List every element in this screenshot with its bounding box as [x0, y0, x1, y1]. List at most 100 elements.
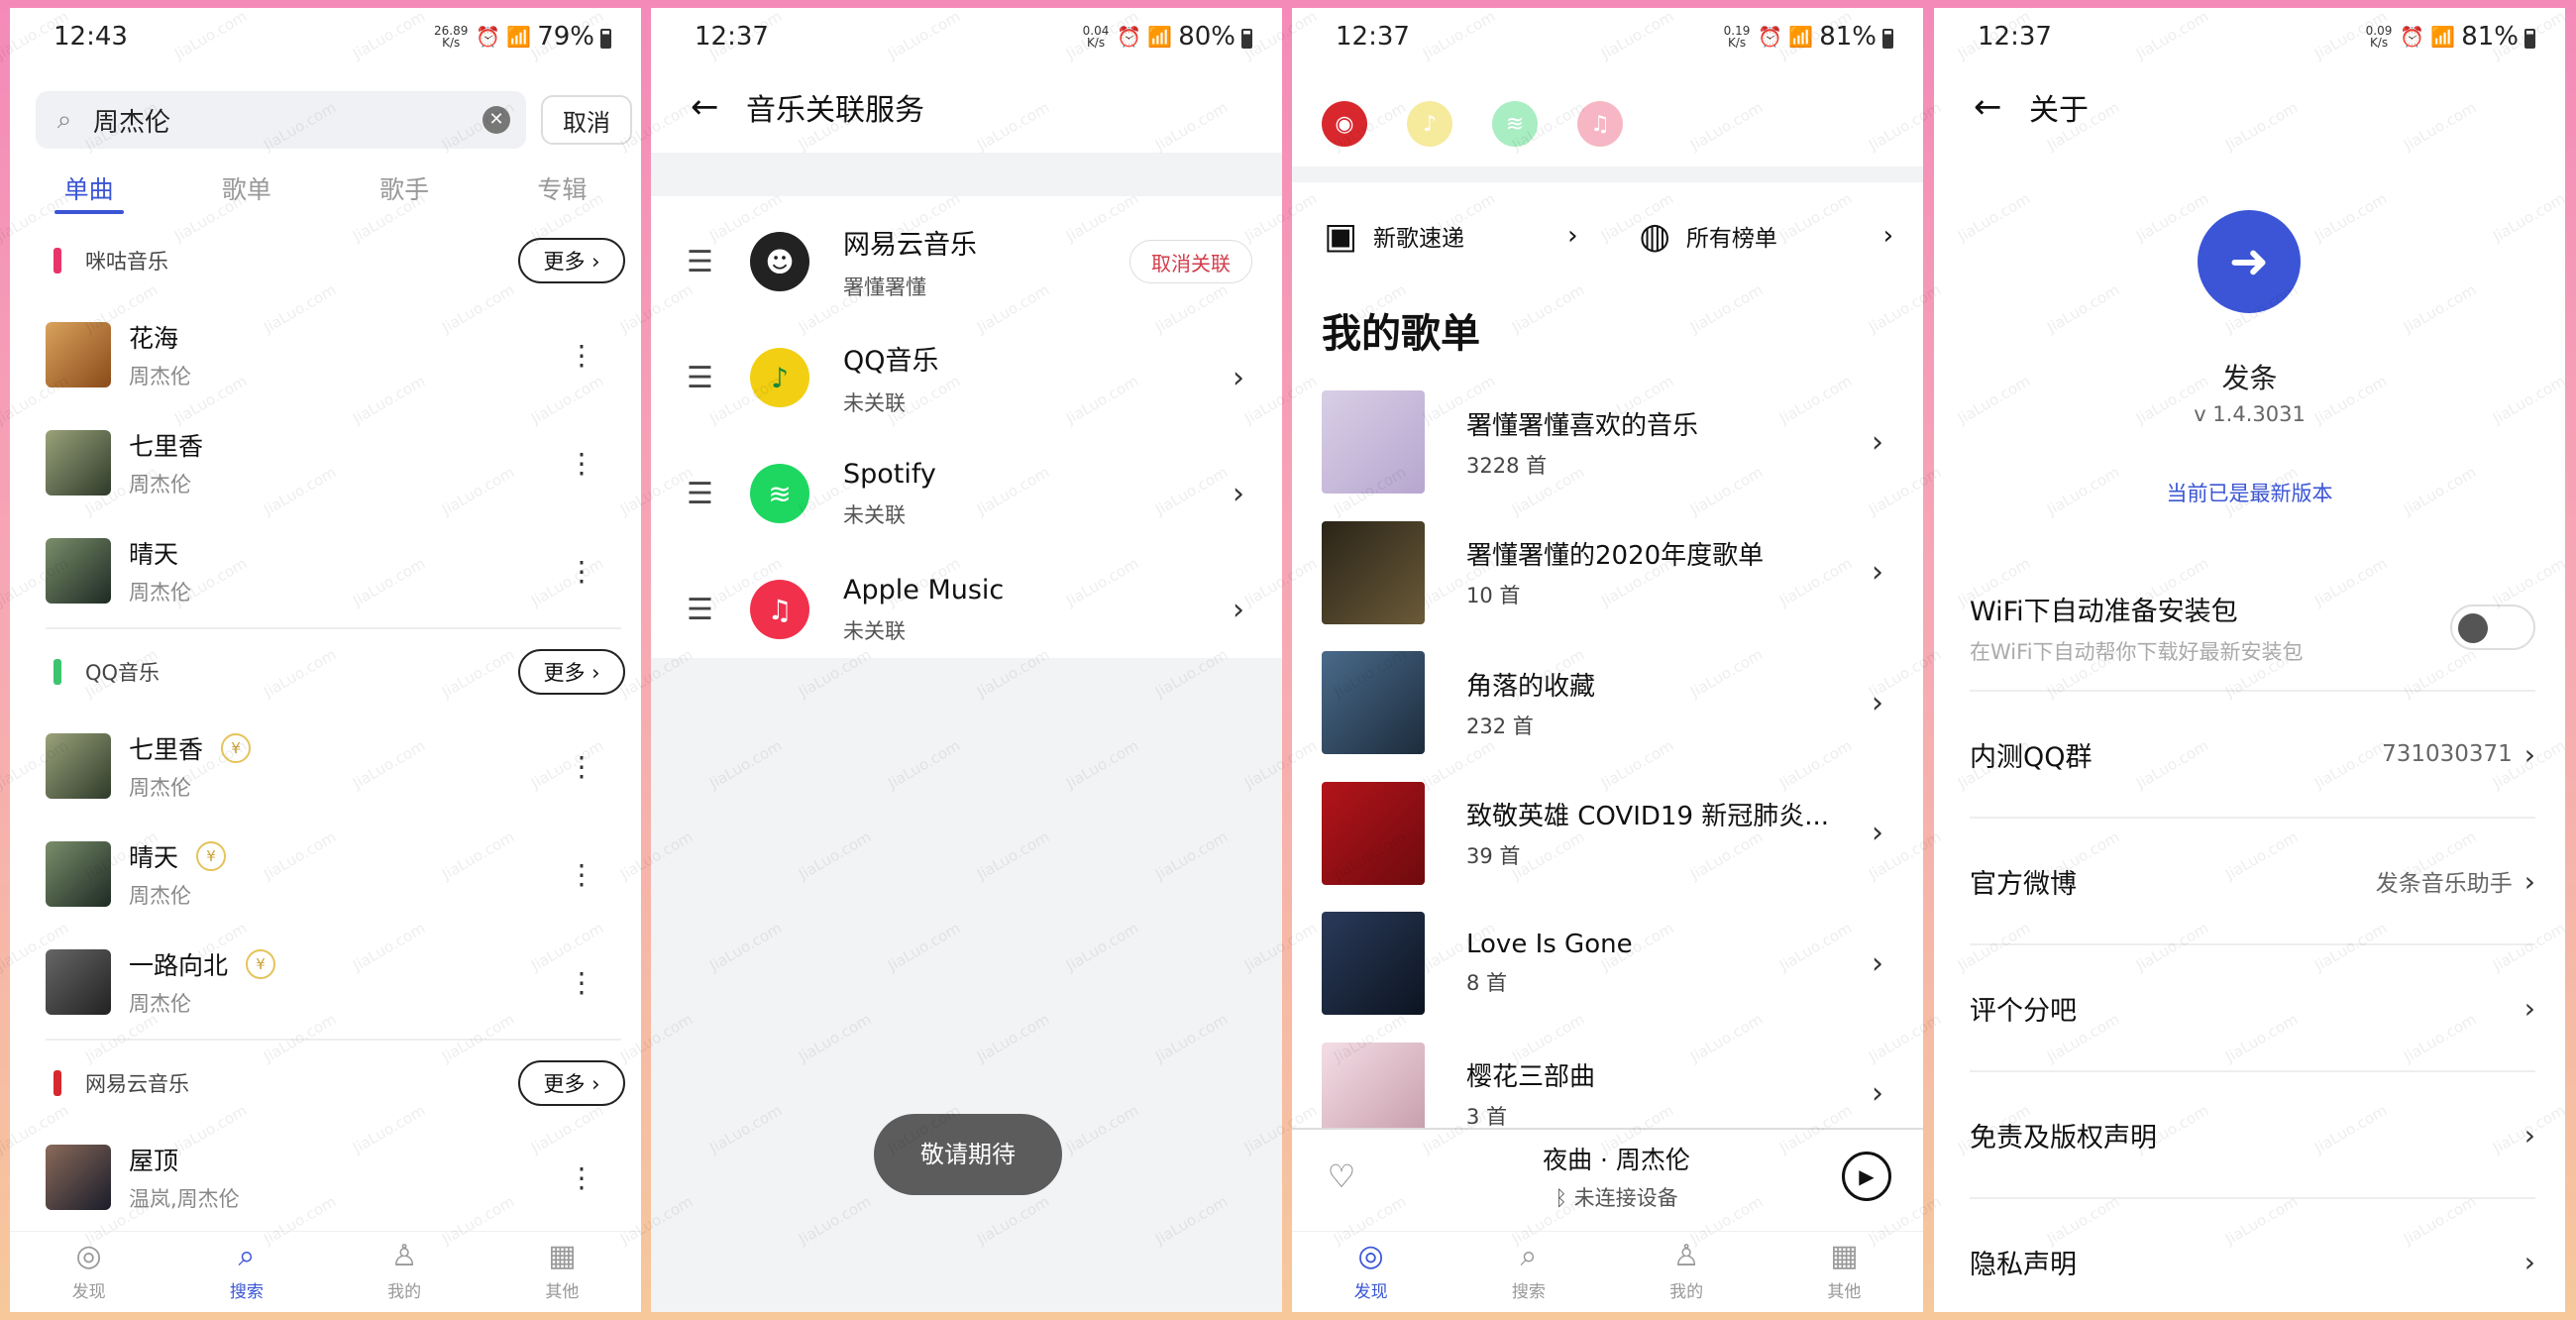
song-row[interactable]: 晴天 周杰伦 ⋮: [10, 521, 641, 620]
more-options-icon[interactable]: ⋮: [562, 1161, 601, 1194]
drag-handle-icon[interactable]: ☰: [687, 361, 750, 395]
tab-1[interactable]: 歌单: [167, 170, 325, 220]
song-row[interactable]: 一路向北 ¥ 周杰伦 ⋮: [10, 933, 641, 1032]
nav-label: 我的: [387, 1282, 422, 1302]
playlist-row[interactable]: Love Is Gone 8 首 ›: [1292, 898, 1923, 1029]
battery-icon: [2524, 29, 2535, 49]
nav-其他[interactable]: ▦ 其他: [1766, 1232, 1923, 1312]
nav-发现[interactable]: ◎ 发现: [1292, 1232, 1449, 1312]
song-row[interactable]: 屋顶 温岚,周杰伦 ⋮: [10, 1128, 641, 1227]
song-row[interactable]: 七里香 ¥ 周杰伦 ⋮: [10, 716, 641, 816]
nav-搜索[interactable]: ⌕ 搜索: [167, 1232, 325, 1312]
wifi-auto-download-row[interactable]: WiFi下自动准备安装包 在WiFi下自动帮你下载好最新安装包: [1970, 565, 2535, 692]
service-row[interactable]: ☰ ♪ QQ音乐 未关联 ›: [651, 320, 1282, 435]
more-options-icon[interactable]: ⋮: [562, 339, 601, 372]
song-row[interactable]: 晴天 ¥ 周杰伦 ⋮: [10, 825, 641, 924]
song-title-text: 七里香: [129, 735, 204, 764]
album-cover: [46, 430, 111, 495]
nav-搜索[interactable]: ⌕ 搜索: [1449, 1232, 1607, 1312]
song-row[interactable]: 花海 周杰伦 ⋮: [10, 305, 641, 404]
song-row[interactable]: 七里香 周杰伦 ⋮: [10, 413, 641, 512]
nav-其他[interactable]: ▦ 其他: [483, 1232, 641, 1312]
service-row[interactable]: ☰ ♫ Apple Music 未关联 ›: [651, 552, 1282, 667]
search-box[interactable]: ⌕ ✕: [36, 91, 526, 149]
more-button[interactable]: 更多 ›: [518, 649, 625, 695]
nav-label: 发现: [71, 1282, 106, 1302]
more-options-icon[interactable]: ⋮: [562, 555, 601, 588]
now-playing-info[interactable]: 夜曲 · 周杰伦 ᛒ 未连接设备: [1391, 1141, 1842, 1212]
song-artist: 温岚,周杰伦: [129, 1187, 240, 1211]
heart-add-icon[interactable]: ♡: [1292, 1157, 1391, 1195]
playlist-count: 10 首: [1466, 584, 1521, 607]
search-input[interactable]: [93, 105, 483, 135]
mini-player[interactable]: ♡ 夜曲 · 周杰伦 ᛒ 未连接设备 ▶: [1292, 1128, 1923, 1223]
settings-row[interactable]: 官方微博 发条音乐助手 ›: [1970, 819, 2535, 945]
playlist-meta: 角落的收藏 232 首: [1466, 666, 1872, 740]
settings-value: 发条音乐助手: [2375, 871, 2513, 897]
service-row[interactable]: ☰ ≋ Spotify 未关联 ›: [651, 436, 1282, 551]
tab-3[interactable]: 专辑: [483, 170, 641, 220]
status-bar: 12:37 0.09 K/s ⏰ 📶 81%: [1934, 8, 2565, 65]
drag-handle-icon[interactable]: ☰: [687, 245, 750, 279]
service-row[interactable]: ☰ ☻ 网易云音乐 署懂署懂 取消关联: [651, 204, 1282, 319]
playlist-row[interactable]: 角落的收藏 232 首 ›: [1292, 637, 1923, 768]
app-version: v 1.4.3031: [2194, 402, 2306, 426]
more-options-icon[interactable]: ⋮: [562, 858, 601, 891]
status-bar: 12:37 0.04 K/s ⏰ 📶 80%: [651, 8, 1282, 65]
more-options-icon[interactable]: ⋮: [562, 750, 601, 783]
search-icon: ⌕: [1520, 1239, 1538, 1273]
spotify-icon[interactable]: ≋: [1492, 101, 1538, 147]
clear-icon[interactable]: ✕: [483, 106, 510, 134]
settings-row[interactable]: 隐私声明 ›: [1970, 1199, 2535, 1312]
nav-我的[interactable]: ♙ 我的: [1608, 1232, 1766, 1312]
playlist-row[interactable]: 致敬英雄 COVID19 新冠肺炎... 39 首 ›: [1292, 768, 1923, 899]
nav-我的[interactable]: ♙ 我的: [326, 1232, 483, 1312]
more-button[interactable]: 更多 ›: [518, 1060, 625, 1106]
settings-row[interactable]: 评个分吧 ›: [1970, 945, 2535, 1072]
service-name: Spotify: [843, 458, 936, 490]
back-arrow-icon[interactable]: ←: [691, 87, 746, 127]
cancel-button[interactable]: 取消: [541, 95, 632, 145]
compass-icon: ◎: [75, 1239, 102, 1273]
wifi-toggle[interactable]: [2450, 605, 2535, 650]
playlist-row[interactable]: 署懂署懂喜欢的音乐 3228 首 ›: [1292, 377, 1923, 507]
song-meta: 花海 周杰伦: [129, 319, 562, 390]
vip-badge-icon: ¥: [221, 733, 252, 763]
qq-music-icon[interactable]: ♪: [1407, 101, 1452, 147]
wifi-signal-icon: 📶: [1147, 25, 1173, 49]
charts-icon: ◍: [1639, 215, 1670, 257]
drag-handle-icon[interactable]: ☰: [687, 477, 750, 511]
netease-icon[interactable]: ◉: [1322, 101, 1367, 147]
more-button[interactable]: 更多 ›: [518, 238, 625, 283]
playlist-cover: [1322, 912, 1425, 1015]
alarm-icon: ⏰: [2400, 25, 2425, 49]
quick-link-label: 所有榜单: [1685, 226, 1777, 252]
net-speed: 0.19 K/s: [1723, 24, 1751, 50]
apple-music-icon[interactable]: ♫: [1577, 101, 1623, 147]
playlist-row[interactable]: 署懂署懂的2020年度歌单 10 首 ›: [1292, 507, 1923, 638]
quick-link[interactable]: ▣ 新歌速递 ›: [1292, 216, 1608, 257]
quick-links: ▣ 新歌速递 › ◍ 所有榜单 ›: [1292, 196, 1923, 275]
song-title: 七里香 ¥: [129, 730, 562, 766]
service-meta: Spotify 未关联: [843, 459, 1233, 529]
tab-2[interactable]: 歌手: [326, 170, 483, 220]
source-header: 咪咕音乐 更多 ›: [10, 228, 641, 293]
play-icon[interactable]: ▶: [1842, 1152, 1891, 1201]
settings-row[interactable]: 免责及版权声明 ›: [1970, 1072, 2535, 1199]
playlist-count: 39 首: [1466, 844, 1521, 868]
search-tabs: 单曲 歌单 歌手 专辑: [10, 170, 641, 220]
song-title: 七里香: [129, 427, 562, 463]
source-header: 网易云音乐 更多 ›: [10, 1050, 641, 1116]
update-status-link[interactable]: 当前已是最新版本: [1934, 478, 2565, 507]
section-title: 我的歌单: [1322, 311, 1480, 357]
more-options-icon[interactable]: ⋮: [562, 966, 601, 999]
drag-handle-icon[interactable]: ☰: [687, 593, 750, 627]
settings-row[interactable]: 内测QQ群 731030371 ›: [1970, 692, 2535, 819]
now-playing-title: 夜曲 · 周杰伦: [1543, 1146, 1690, 1174]
unlink-button[interactable]: 取消关联: [1129, 240, 1252, 283]
tab-0[interactable]: 单曲: [10, 170, 167, 220]
quick-link[interactable]: ◍ 所有榜单 ›: [1608, 216, 1924, 257]
back-arrow-icon[interactable]: ←: [1974, 87, 2029, 127]
more-options-icon[interactable]: ⋮: [562, 447, 601, 480]
nav-发现[interactable]: ◎ 发现: [10, 1232, 167, 1312]
